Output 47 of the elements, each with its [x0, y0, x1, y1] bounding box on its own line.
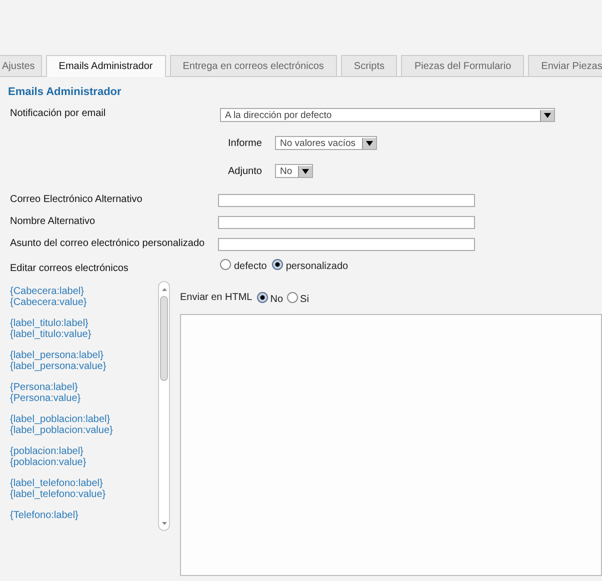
placeholder-tag[interactable]: {label_poblacion:value}: [10, 425, 113, 436]
radio-label: No: [270, 294, 284, 304]
radio-label: defecto: [234, 261, 267, 272]
field-label: Adjunto: [228, 166, 263, 176]
radio-button[interactable]: [272, 259, 283, 270]
placeholder-tag[interactable]: {label_poblacion:label}: [10, 414, 110, 425]
text-field[interactable]: [218, 238, 475, 251]
radio-label: personalizado: [286, 261, 348, 272]
text-field[interactable]: [218, 216, 475, 229]
scrollbar-thumb[interactable]: [160, 296, 168, 381]
placeholder-tag[interactable]: {poblacion:value}: [10, 457, 86, 468]
section-heading: Emails Administrador: [8, 86, 122, 98]
placeholder-tag[interactable]: {Cabecera:value}: [10, 297, 87, 308]
field-label: Asunto del correo electrónico personalizado: [9, 238, 206, 249]
field-label: Notificación por email: [9, 108, 107, 119]
field-label: Enviar en HTML: [180, 292, 252, 302]
placeholder-tag[interactable]: {Persona:label}: [10, 382, 78, 393]
placeholder-tag[interactable]: {label_titulo:value}: [10, 329, 92, 340]
text-field[interactable]: [218, 194, 475, 207]
placeholder-tag[interactable]: {Telefono:label}: [10, 510, 78, 521]
placeholder-tag[interactable]: {label_telefono:value}: [10, 489, 106, 500]
tab[interactable]: Emails Administrador: [46, 55, 166, 77]
scroll-down-icon[interactable]: [162, 519, 166, 527]
placeholder-tag[interactable]: {Persona:value}: [10, 393, 81, 404]
placeholder-tag[interactable]: {label_telefono:label}: [10, 478, 103, 489]
radio-button[interactable]: [220, 259, 231, 270]
placeholder-tag[interactable]: {poblacion:label}: [10, 446, 84, 457]
placeholder-tag[interactable]: {Cabecera:label}: [10, 286, 84, 297]
placeholder-tag[interactable]: {label_titulo:label}: [10, 318, 88, 329]
placeholder-tag[interactable]: {label_persona:value}: [10, 361, 106, 372]
tab[interactable]: Ajustes: [0, 55, 42, 76]
tab[interactable]: Enviar Piezas: [528, 55, 602, 76]
option-select[interactable]: No: [275, 164, 314, 178]
field-label: Nombre Alternativo: [9, 216, 96, 227]
scrollbar[interactable]: [158, 281, 170, 531]
field-label: Informe: [228, 138, 263, 148]
notification-select[interactable]: A la dirección por defecto: [220, 108, 555, 122]
placeholder-tag[interactable]: {label_persona:label}: [10, 350, 104, 361]
field-label: Editar correos electrónicos: [9, 263, 130, 274]
field-label: Correo Electrónico Alternativo: [9, 194, 144, 205]
radio-button[interactable]: [287, 292, 298, 302]
radio-button[interactable]: [257, 292, 268, 302]
tab[interactable]: Scripts: [340, 55, 398, 76]
radio-label: Si: [300, 294, 309, 304]
option-select[interactable]: No valores vacíos: [275, 136, 377, 150]
tab[interactable]: Entrega en correos electrónicos: [170, 55, 337, 76]
tab[interactable]: Piezas del Formulario: [401, 55, 524, 76]
